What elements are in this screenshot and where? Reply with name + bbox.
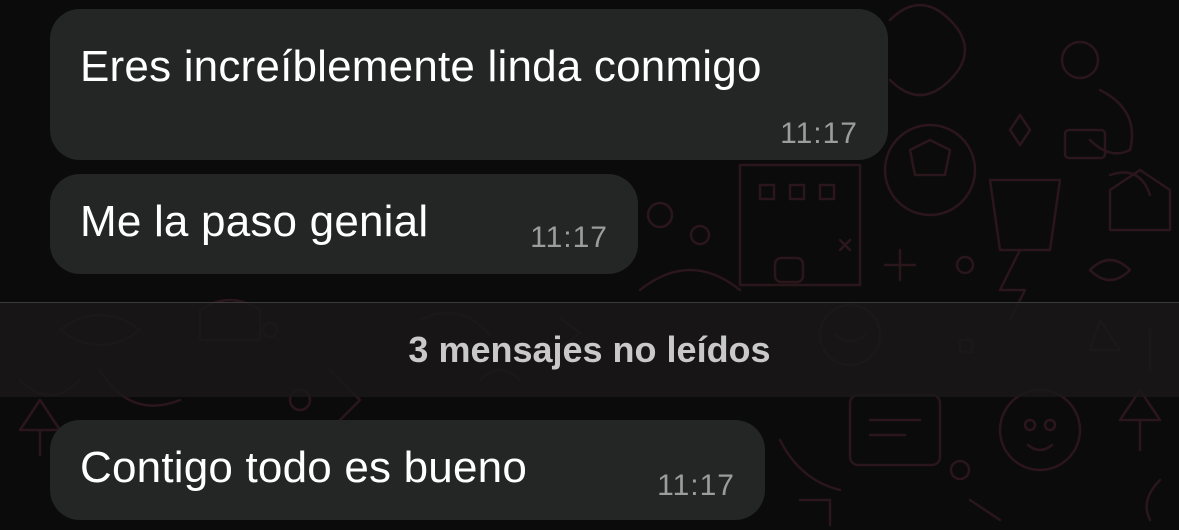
unread-messages-divider: 3 mensajes no leídos [0, 302, 1179, 397]
chat-conversation: Eres increíblemente linda conmigo 11:17 … [0, 0, 1179, 530]
message-timestamp: 11:17 [530, 221, 608, 254]
message-text: Me la paso genial [80, 197, 429, 246]
unread-messages-label: 3 mensajes no leídos [408, 329, 771, 370]
message-timestamp: 11:17 [780, 117, 858, 150]
message-timestamp: 11:17 [657, 469, 735, 502]
incoming-message-bubble[interactable]: Eres increíblemente linda conmigo 11:17 [50, 9, 888, 160]
incoming-message-bubble[interactable]: Me la paso genial 11:17 [50, 174, 638, 274]
incoming-message-bubble[interactable]: Contigo todo es bueno 11:17 [50, 420, 765, 520]
message-text: Contigo todo es bueno [80, 443, 527, 492]
message-text: Eres increíblemente linda conmigo [80, 42, 762, 91]
